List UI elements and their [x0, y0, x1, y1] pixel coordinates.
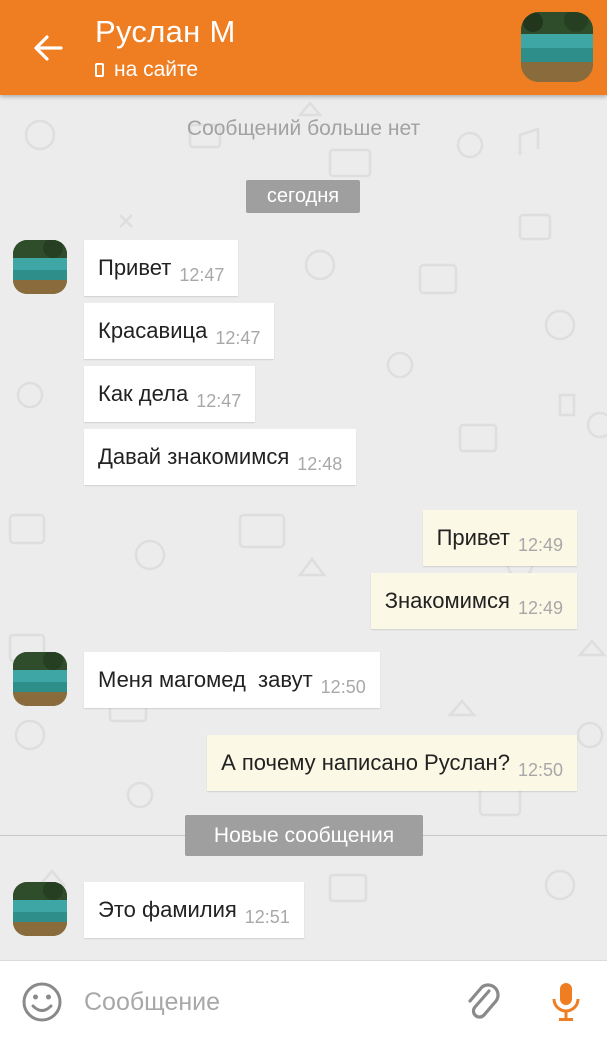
no-more-messages-label: Сообщений больше нет: [186, 117, 421, 140]
message-time: 12:48: [297, 453, 343, 474]
message-bubble[interactable]: Меня магомед завут 12:50: [84, 652, 380, 708]
online-status: на сайте: [95, 58, 198, 82]
message-text: Как дела: [98, 381, 189, 406]
message-text: Это фамилия: [98, 897, 237, 922]
message-time: 12:49: [517, 534, 563, 555]
message-text: Привет: [436, 525, 510, 550]
message-text: Давай знакомимся: [98, 444, 290, 469]
message-time: 12:50: [320, 676, 366, 697]
arrow-left-icon: [34, 35, 63, 61]
attach-button[interactable]: [463, 979, 503, 1025]
message-text: Знакомимся: [384, 588, 510, 613]
message-bubble[interactable]: Привет 12:47: [84, 240, 239, 296]
message-time: 12:50: [517, 759, 563, 780]
message-bubble[interactable]: Как дела 12:47: [84, 366, 256, 422]
contact-avatar[interactable]: [521, 12, 593, 82]
sender-avatar[interactable]: [13, 652, 67, 706]
sender-avatar[interactable]: [13, 240, 67, 294]
sender-avatar[interactable]: [13, 882, 67, 936]
message-compose-bar: [0, 960, 607, 1038]
contact-name[interactable]: Руслан М: [95, 14, 236, 50]
message-bubble[interactable]: Давай знакомимся 12:48: [84, 429, 357, 485]
online-status-label: на сайте: [114, 58, 199, 81]
new-messages-separator: Новые сообщения: [185, 815, 423, 856]
message-time: 12:47: [179, 264, 225, 285]
message-bubble[interactable]: А почему написано Руслан? 12:50: [207, 735, 577, 791]
phone-icon: [95, 63, 104, 77]
date-separator: сегодня: [246, 180, 360, 213]
message-time: 12:51: [244, 906, 290, 927]
message-text: Красавица: [98, 318, 208, 343]
paperclip-icon: [468, 983, 500, 1019]
message-input[interactable]: [84, 981, 434, 1023]
chat-header: Руслан М на сайте: [0, 0, 607, 95]
back-button[interactable]: [24, 26, 72, 70]
message-text: А почему написано Руслан?: [221, 750, 510, 775]
smiley-icon: [22, 982, 62, 1022]
message-time: 12:47: [215, 327, 261, 348]
message-bubble[interactable]: Это фамилия 12:51: [84, 882, 304, 938]
emoji-button[interactable]: [21, 981, 63, 1023]
message-time: 12:49: [517, 597, 563, 618]
voice-message-button[interactable]: [548, 979, 584, 1025]
message-bubble[interactable]: Привет 12:49: [422, 510, 577, 566]
message-bubble[interactable]: Красавица 12:47: [84, 303, 275, 359]
message-text: Привет: [98, 255, 172, 280]
message-list[interactable]: Сообщений больше нет сегодня Привет 12:4…: [0, 95, 607, 960]
message-bubble[interactable]: Знакомимся 12:49: [370, 573, 577, 629]
message-time: 12:47: [196, 390, 242, 411]
message-text: Меня магомед завут: [98, 667, 313, 692]
microphone-icon: [552, 983, 580, 1021]
